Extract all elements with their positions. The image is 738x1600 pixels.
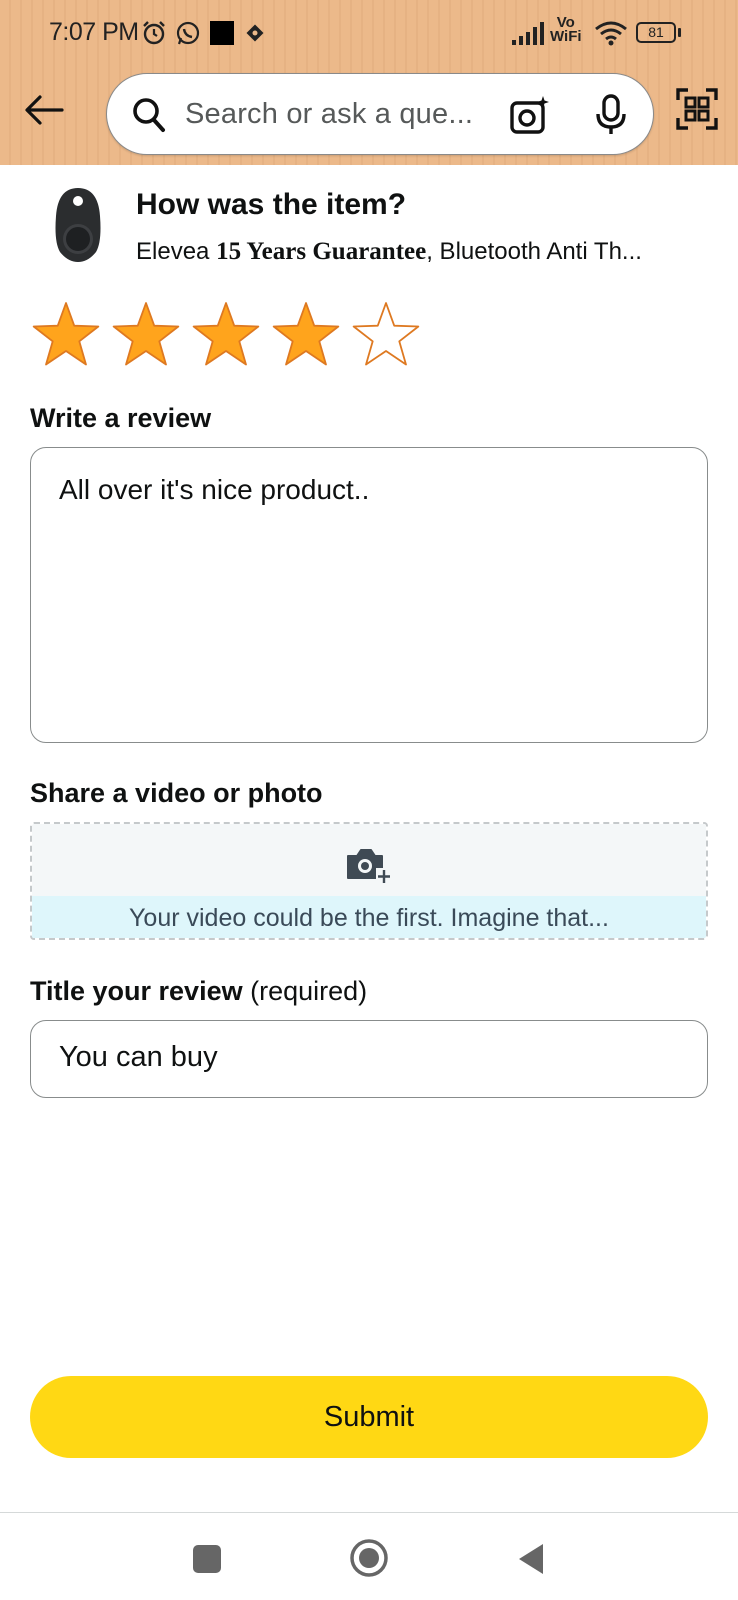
- star-filled-icon[interactable]: [110, 300, 182, 370]
- system-navigation-bar: [0, 1512, 738, 1600]
- search-bar[interactable]: Search or ask a que...: [106, 73, 654, 155]
- share-media-label: Share a video or photo: [30, 778, 323, 808]
- recent-apps-icon[interactable]: [192, 1544, 222, 1574]
- star-rating[interactable]: [30, 300, 422, 370]
- star-empty-icon[interactable]: [350, 300, 422, 370]
- qr-scanner-icon[interactable]: [676, 88, 718, 130]
- cellular-signal-icon: [512, 22, 544, 45]
- review-page-heading: How was the item?: [136, 188, 407, 221]
- back-icon[interactable]: [517, 1542, 545, 1576]
- media-upload-message: Your video could be the first. Imagine t…: [129, 904, 609, 932]
- back-arrow-icon: [25, 95, 64, 125]
- camera-lens-icon[interactable]: [509, 94, 551, 136]
- write-review-label: Write a review: [30, 403, 212, 433]
- battery-icon: 81: [636, 22, 676, 43]
- title-review-label: Title your review (required): [30, 976, 368, 1006]
- star-filled-icon[interactable]: [190, 300, 262, 370]
- microphone-icon[interactable]: [595, 94, 627, 136]
- add-photo-camera-icon: [347, 849, 392, 884]
- search-icon: [133, 98, 165, 132]
- product-thumbnail: [55, 188, 101, 262]
- review-title-input[interactable]: You can buy: [30, 1020, 708, 1098]
- notification-square-icon: [210, 21, 234, 45]
- alarm-icon: [143, 21, 165, 45]
- battery-level: 81: [648, 24, 664, 40]
- app-notification-icon: [246, 24, 264, 42]
- search-input[interactable]: Search or ask a que...: [185, 98, 473, 131]
- wifi-icon: [595, 21, 627, 46]
- status-time: 7:07 PM: [49, 18, 139, 46]
- review-text-field[interactable]: All over it's nice product..: [30, 447, 708, 743]
- submit-button[interactable]: Submit: [30, 1376, 708, 1458]
- vowifi-label: Vo WiFi: [550, 14, 582, 45]
- back-button[interactable]: [20, 88, 68, 132]
- home-icon[interactable]: [349, 1538, 389, 1578]
- star-filled-icon[interactable]: [30, 300, 102, 370]
- media-upload-area[interactable]: Your video could be the first. Imagine t…: [30, 822, 708, 940]
- whatsapp-icon: [176, 21, 200, 45]
- star-filled-icon[interactable]: [270, 300, 342, 370]
- product-name: Elevea 15 Years Guarantee, Bluetooth Ant…: [136, 238, 642, 265]
- status-bar: 7:07 PM Vo WiFi 81: [0, 0, 738, 66]
- app-header: 7:07 PM Vo WiFi 81 Search or ask a que..…: [0, 0, 738, 165]
- battery-tip: [678, 28, 681, 37]
